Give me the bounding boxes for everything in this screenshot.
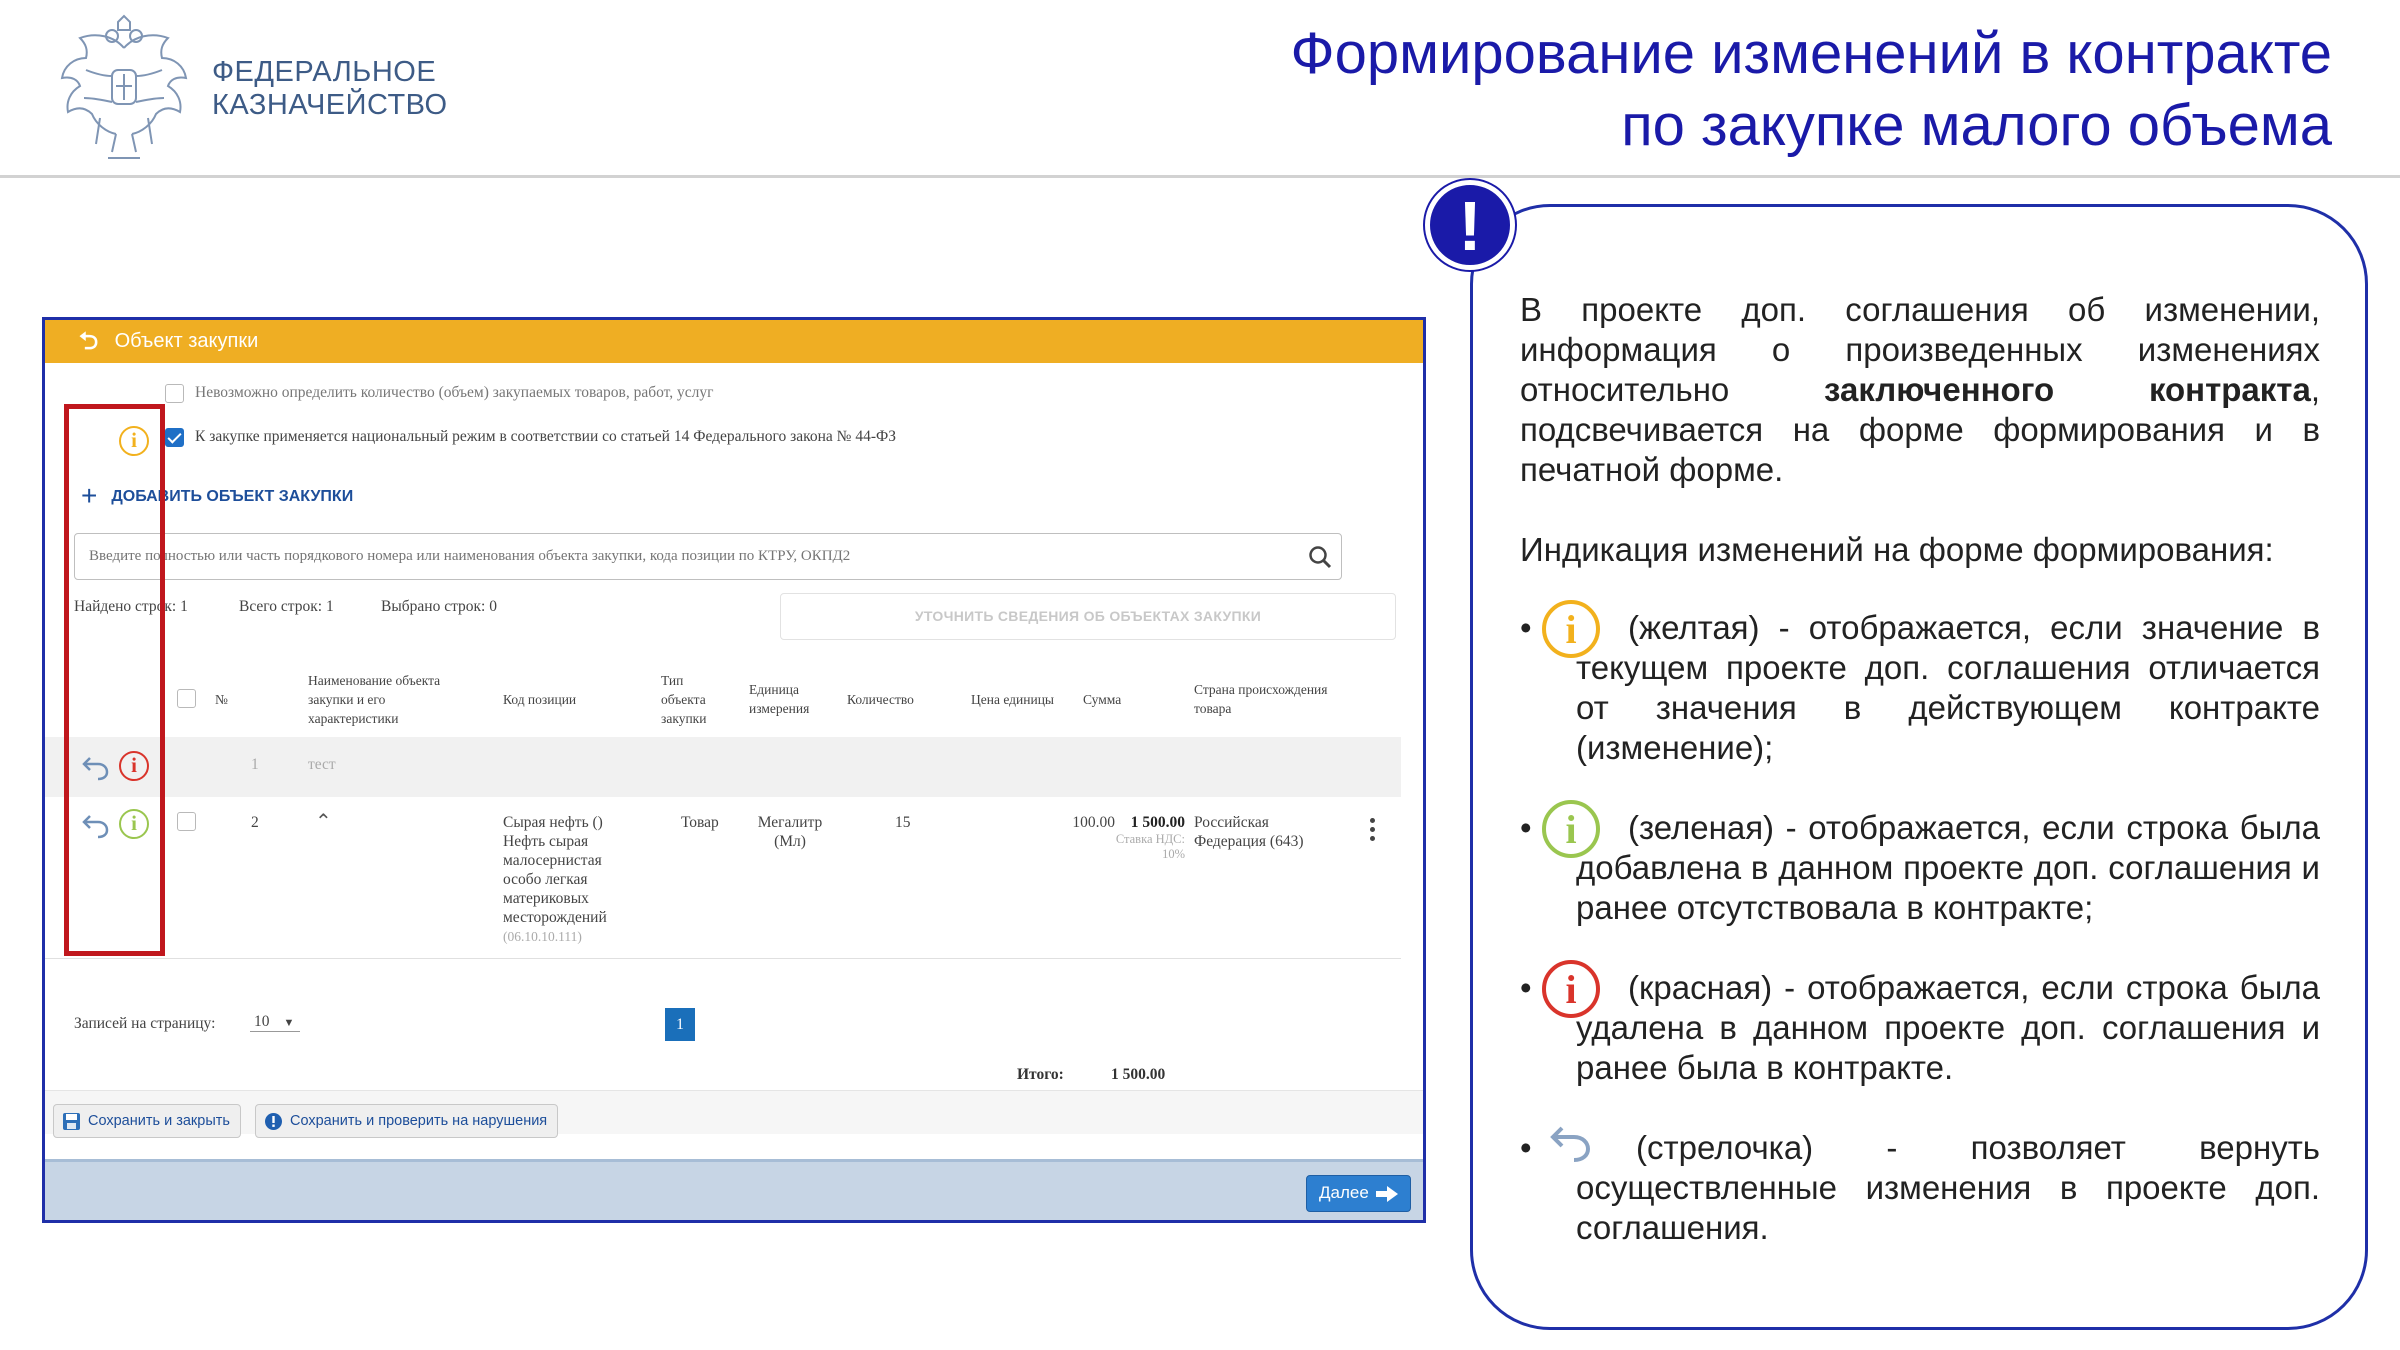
column-header-code: Код позиции: [503, 692, 577, 707]
column-header-type: Тип объекта закупки: [661, 673, 707, 726]
national-regime-label: К закупке применяется национальный режим…: [195, 428, 896, 445]
info-green-icon: i: [1542, 800, 1600, 858]
legend-item-green: • i (зеленая) - отображается, если строк…: [1520, 800, 2320, 928]
column-header-num: №: [215, 692, 228, 707]
slide-header: ФЕДЕРАЛЬНОЕ КАЗНАЧЕЙСТВО Формирование из…: [0, 0, 2400, 178]
highlight-frame: [64, 404, 165, 956]
national-regime-checkbox[interactable]: [165, 428, 184, 447]
column-header-name: Наименование объекта закупки и его харак…: [308, 673, 441, 726]
legend-item-red: • i (красная) - отображается, если строк…: [1520, 960, 2320, 1088]
table-row-added[interactable]: i 2 ⌃ Сырая нефть () Нефть сырая малосер…: [45, 797, 1401, 959]
rows-selected: Выбрано строк: 0: [381, 598, 497, 615]
window-titlebar: ⮌ Объект закупки: [45, 320, 1423, 363]
rows-total: Всего строк: 1: [239, 598, 334, 615]
save-check-button[interactable]: Сохранить и проверить на нарушения: [255, 1104, 559, 1138]
save-close-button[interactable]: Сохранить и закрыть: [53, 1104, 241, 1138]
caret-down-icon: ▼: [283, 1017, 295, 1029]
quantity-undefined-label: Невозможно определить количество (объем)…: [195, 384, 714, 401]
table-row-deleted[interactable]: i 1 тест: [45, 737, 1401, 797]
next-button[interactable]: Далее: [1306, 1175, 1411, 1212]
chevron-up-icon[interactable]: ⌃: [315, 812, 332, 832]
row-sum: 1 500.00 Ставка НДС: 10%: [1115, 814, 1185, 861]
revert-arrow-icon: [1550, 1126, 1591, 1162]
page-button-1[interactable]: 1: [665, 1008, 695, 1041]
row-checkbox[interactable]: [177, 812, 196, 831]
row-price: 100.00: [1072, 814, 1115, 831]
callout-text: В проекте доп. соглашения об изменении, …: [1520, 290, 2320, 1288]
page-size-label: Записей на страницу:: [74, 1015, 216, 1032]
quantity-undefined-checkbox[interactable]: [165, 384, 184, 403]
row-menu-icon[interactable]: [1370, 818, 1376, 844]
callout-intro: В проекте доп. соглашения об изменении, …: [1520, 291, 2320, 488]
column-header-price: Цена единицы: [971, 692, 1054, 707]
row-unit: Мегалитр (Мл): [757, 814, 823, 850]
slide-title: Формирование изменений в контракте по за…: [1290, 21, 2332, 158]
indication-heading: Индикация изменений на форме формировани…: [1520, 531, 2274, 568]
exclamation-icon: !: [1425, 180, 1515, 270]
row-qty: 15: [895, 814, 911, 831]
double-headed-eagle-emblem-icon: [60, 14, 188, 159]
action-bar: [45, 1090, 1423, 1134]
legend-item-yellow: • i (желтая) - отображается, если значен…: [1520, 600, 2320, 768]
total-value: 1 500.00: [1111, 1066, 1166, 1083]
floppy-disk-icon: [63, 1113, 80, 1130]
refine-objects-button[interactable]: УТОЧНИТЬ СВЕДЕНИЯ ОБ ОБЪЕКТАХ ЗАКУПКИ: [780, 593, 1396, 640]
row-type: Товар: [681, 814, 719, 831]
column-header-qty: Количество: [847, 692, 914, 707]
search-icon[interactable]: [1307, 544, 1333, 570]
column-header-country: Страна происхождения товара: [1194, 682, 1328, 716]
alert-circle-icon: [265, 1113, 282, 1130]
row-code: Сырая нефть () Нефть сырая малосернистая…: [503, 814, 607, 944]
row-num: 1: [251, 756, 259, 773]
total-label: Итого:: [1017, 1066, 1064, 1083]
page-size-select[interactable]: 10 ▼: [250, 1013, 300, 1032]
select-all-checkbox[interactable]: [177, 689, 196, 708]
window-title: Объект закупки: [114, 330, 259, 352]
row-num: 2: [251, 814, 259, 831]
legend-item-revert: • (стрелочка) - позволяет вернуть осущес…: [1520, 1126, 2320, 1248]
navigation-bar: [45, 1159, 1423, 1220]
logo-wordmark: ФЕДЕРАЛЬНОЕ КАЗНАЧЕЙСТВО: [212, 56, 448, 121]
row-country: Российская Федерация (643): [1194, 814, 1304, 850]
row-name: тест: [308, 756, 336, 773]
procurement-object-window: ⮌ Объект закупки Невозможно определить к…: [42, 317, 1426, 1223]
column-header-unit: Единица измерения: [749, 682, 810, 716]
search-input[interactable]: [74, 533, 1342, 580]
column-header-sum: Сумма: [1083, 692, 1122, 707]
back-arrow-icon[interactable]: ⮌: [79, 320, 109, 363]
arrow-right-icon: [1376, 1186, 1398, 1202]
info-red-icon: i: [1542, 960, 1600, 1018]
info-yellow-icon: i: [1542, 600, 1600, 658]
